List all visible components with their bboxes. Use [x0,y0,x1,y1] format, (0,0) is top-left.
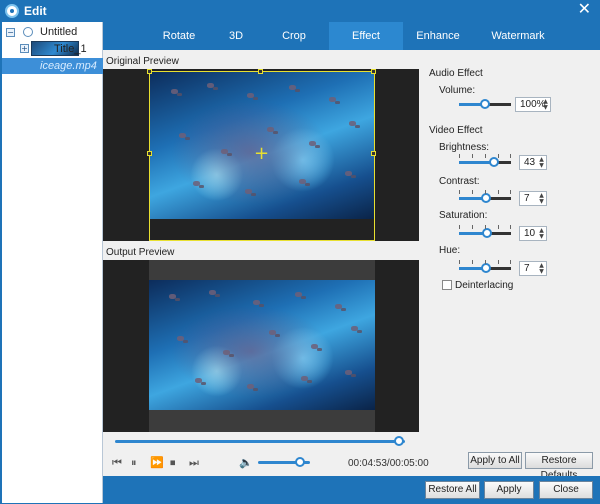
playback-time: 00:04:53/00:05:00 [348,458,429,469]
playback-volume-knob[interactable] [294,457,305,467]
audio-effect-header: Audio Effect [429,68,483,79]
spin-arrows-icon[interactable]: ▲ ▼ [542,99,549,111]
restore-all-button[interactable]: Restore All [425,481,480,499]
tab-watermark[interactable]: Watermark [485,22,551,50]
editor-content: Original Preview + Output Preview ⏮ ⏸ ⏩ … [103,50,600,481]
tree-file-row[interactable]: iceage.mp4 [2,58,103,74]
expand-toggle-icon[interactable]: + [20,44,29,53]
brightness-spinbox[interactable]: 43 ▲ ▼ [519,155,547,170]
brightness-label: Brightness: [439,142,490,153]
tab-3d[interactable]: 3D [217,22,255,50]
original-preview-label: Original Preview [106,56,179,67]
spin-arrows-icon[interactable]: ▲ ▼ [538,157,545,169]
video-effect-header: Video Effect [429,125,483,136]
spin-arrows-icon[interactable]: ▲ ▼ [538,263,545,275]
crop-handle[interactable] [371,151,376,156]
spin-arrows-icon[interactable]: ▲ ▼ [538,228,545,240]
contrast-slider-knob[interactable] [481,193,491,203]
volume-spinbox[interactable]: 100% ▲ ▼ [515,97,551,112]
tab-bar: Rotate 3D Crop Effect Enhance Watermark [103,22,600,50]
tree-title-row[interactable]: + Title_1 [2,41,103,57]
spin-arrows-icon[interactable]: ▲ ▼ [538,193,545,205]
brightness-ticks [459,154,511,158]
hue-value: 7 [524,263,530,274]
skip-next-icon[interactable]: ⏭ [189,456,199,470]
stop-icon[interactable]: ⏹ [170,456,176,470]
crop-handle[interactable] [371,69,376,74]
window-title: Edit [24,4,47,18]
contrast-value: 7 [524,193,530,204]
project-label: Untitled [40,26,78,38]
brightness-slider-knob[interactable] [489,157,499,167]
deinterlacing-label: Deinterlacing [455,280,514,291]
volume-label: Volume: [439,85,476,96]
output-preview-frame [103,260,419,432]
crop-handle[interactable] [147,69,152,74]
saturation-spinbox[interactable]: 10 ▲ ▼ [519,226,547,241]
crosshair-icon: + [254,143,270,164]
playback-progress-bar[interactable] [115,440,405,443]
brightness-value: 43 [524,157,536,168]
tab-enhance[interactable]: Enhance [408,22,468,50]
title-bar: Edit ✕ [0,0,600,22]
crop-handle[interactable] [147,151,152,156]
restore-defaults-button[interactable]: Restore Defaults [525,452,593,481]
volume-slider-knob[interactable] [480,99,490,109]
apply-button[interactable]: Apply [484,481,534,499]
saturation-label: Saturation: [439,210,488,221]
title-label: Title_1 [54,43,87,55]
project-radio-icon[interactable] [23,27,33,37]
hue-label: Hue: [439,245,461,256]
tree-project-row[interactable]: − Untitled [2,24,103,41]
pause-icon[interactable]: ⏸ [131,456,137,470]
hue-ticks [459,260,511,264]
file-tree-panel: − Untitled + Title_1 iceage.mp4 [2,22,103,503]
crop-handle[interactable] [258,69,263,74]
tab-rotate[interactable]: Rotate [152,22,206,50]
close-button[interactable]: Close [539,481,593,499]
output-preview-label: Output Preview [106,247,175,258]
output-video-image [149,280,375,410]
deinterlacing-checkbox[interactable] [442,280,452,290]
saturation-slider-knob[interactable] [482,228,492,238]
apply-to-all-button[interactable]: Apply to All [468,452,522,469]
contrast-label: Contrast: [439,176,480,187]
original-preview-frame: + [103,69,419,241]
collapse-toggle-icon[interactable]: − [6,28,15,37]
playback-progress-knob[interactable] [394,436,405,446]
bottom-action-bar: Restore All Apply Close [103,476,600,504]
volume-icon[interactable]: 🔈 [239,456,253,469]
tab-effect[interactable]: Effect [329,22,403,50]
app-logo-icon [5,4,19,18]
hue-slider-knob[interactable] [481,263,491,273]
saturation-value: 10 [524,228,536,239]
saturation-ticks [459,225,511,229]
contrast-ticks [459,190,511,194]
file-label: iceage.mp4 [40,60,97,72]
hue-spinbox[interactable]: 7 ▲ ▼ [519,261,547,276]
tab-crop[interactable]: Crop [268,22,320,50]
skip-previous-icon[interactable]: ⏮ [112,456,122,470]
contrast-spinbox[interactable]: 7 ▲ ▼ [519,191,547,206]
close-window-icon[interactable]: ✕ [578,1,591,19]
fast-forward-icon[interactable]: ⏩ [150,456,164,469]
